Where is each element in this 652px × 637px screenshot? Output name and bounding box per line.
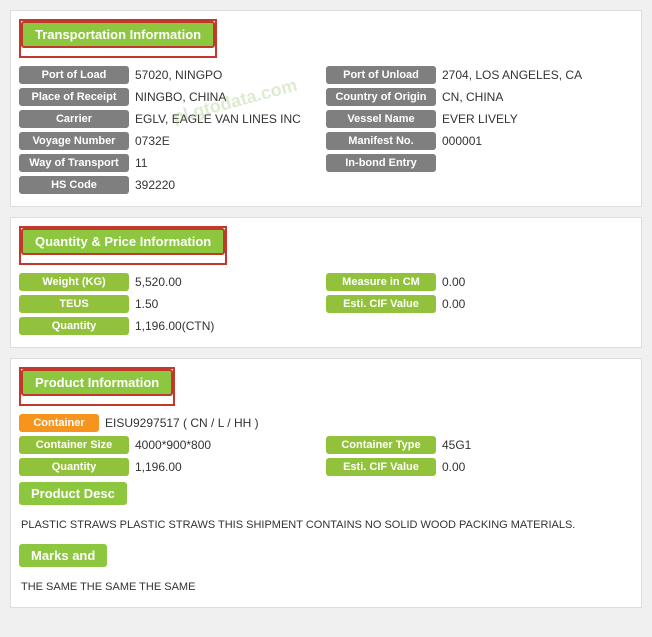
- carrier-value: EGLV, EAGLE VAN LINES INC: [135, 112, 326, 126]
- marks-header-row: Marks and: [19, 544, 633, 571]
- product-row-1: Container Size 4000*900*800 Container Ty…: [19, 436, 633, 454]
- weight-label: Weight (KG): [19, 273, 129, 291]
- quantity-value: 1,196.00(CTN): [135, 319, 326, 333]
- way-of-transport-value: 11: [135, 156, 326, 170]
- port-of-load-label: Port of Load: [19, 66, 129, 84]
- vessel-name-value: EVER LIVELY: [442, 112, 633, 126]
- esti-cif-value: 0.00: [442, 297, 633, 311]
- product-desc-text: PLASTIC STRAWS PLASTIC STRAWS THIS SHIPM…: [19, 513, 633, 538]
- quantity-row-3: Quantity 1,196.00(CTN): [19, 317, 633, 335]
- product-desc-header-row: Product Desc: [19, 482, 633, 509]
- product-quantity-value: 1,196.00: [135, 460, 326, 474]
- container-row: Container EISU9297517 ( CN / L / HH ): [19, 414, 633, 432]
- product-desc-label: Product Desc: [19, 482, 127, 505]
- manifest-no-value: 000001: [442, 134, 633, 148]
- container-size-pair: Container Size 4000*900*800: [19, 436, 326, 454]
- voyage-number-label: Voyage Number: [19, 132, 129, 150]
- quantity-row-1: Weight (KG) 5,520.00 Measure in CM 0.00: [19, 273, 633, 291]
- port-of-unload-pair: Port of Unload 2704, LOS ANGELES, CA: [326, 66, 633, 84]
- product-quantity-pair: Quantity 1,196.00: [19, 458, 326, 476]
- quantity-pair: Quantity 1,196.00(CTN): [19, 317, 326, 335]
- measure-label: Measure in CM: [326, 273, 436, 291]
- transport-row-6: HS Code 392220: [19, 176, 633, 194]
- in-bond-entry-label: In-bond Entry: [326, 154, 436, 172]
- container-type-pair: Container Type 45G1: [326, 436, 633, 454]
- product-cif-label: Esti. CIF Value: [326, 458, 436, 476]
- country-of-origin-value: CN, CHINA: [442, 90, 633, 104]
- port-of-load-value: 57020, NINGPO: [135, 68, 326, 82]
- transport-section: Transportation Information Port of Load …: [10, 10, 642, 207]
- quantity-section: Quantity & Price Information Weight (KG)…: [10, 217, 642, 348]
- vessel-name-pair: Vessel Name EVER LIVELY: [326, 110, 633, 128]
- transport-row-5: Way of Transport 11 In-bond Entry: [19, 154, 633, 172]
- container-size-value: 4000*900*800: [135, 438, 326, 452]
- marks-label: Marks and: [19, 544, 107, 567]
- container-label: Container: [19, 414, 99, 432]
- hs-code-pair: HS Code 392220: [19, 176, 326, 194]
- carrier-label: Carrier: [19, 110, 129, 128]
- way-of-transport-pair: Way of Transport 11: [19, 154, 326, 172]
- quantity-label: Quantity: [19, 317, 129, 335]
- carrier-pair: Carrier EGLV, EAGLE VAN LINES INC: [19, 110, 326, 128]
- transport-row-3: Carrier EGLV, EAGLE VAN LINES INC Vessel…: [19, 110, 633, 128]
- container-size-label: Container Size: [19, 436, 129, 454]
- container-type-value: 45G1: [442, 438, 633, 452]
- measure-value: 0.00: [442, 275, 633, 289]
- quantity-row-2: TEUS 1.50 Esti. CIF Value 0.00: [19, 295, 633, 313]
- teus-label: TEUS: [19, 295, 129, 313]
- way-of-transport-label: Way of Transport: [19, 154, 129, 172]
- manifest-no-label: Manifest No.: [326, 132, 436, 150]
- esti-cif-pair: Esti. CIF Value 0.00: [326, 295, 633, 313]
- weight-pair: Weight (KG) 5,520.00: [19, 273, 326, 291]
- place-of-receipt-value: NINGBO, CHINA: [135, 90, 326, 104]
- port-of-unload-value: 2704, LOS ANGELES, CA: [442, 68, 633, 82]
- transport-header: Transportation Information: [21, 21, 215, 48]
- measure-pair: Measure in CM 0.00: [326, 273, 633, 291]
- product-header: Product Information: [21, 369, 173, 396]
- manifest-no-pair: Manifest No. 000001: [326, 132, 633, 150]
- vessel-name-label: Vessel Name: [326, 110, 436, 128]
- container-value: EISU9297517 ( CN / L / HH ): [105, 416, 633, 430]
- quantity-header: Quantity & Price Information: [21, 228, 225, 255]
- teus-pair: TEUS 1.50: [19, 295, 326, 313]
- product-section: Product Information Container EISU929751…: [10, 358, 642, 608]
- voyage-number-pair: Voyage Number 0732E: [19, 132, 326, 150]
- transport-row-4: Voyage Number 0732E Manifest No. 000001: [19, 132, 633, 150]
- in-bond-entry-pair: In-bond Entry: [326, 154, 633, 172]
- transport-row-2: Place of Receipt NINGBO, CHINA Country o…: [19, 88, 633, 106]
- weight-value: 5,520.00: [135, 275, 326, 289]
- place-of-receipt-label: Place of Receipt: [19, 88, 129, 106]
- port-of-unload-label: Port of Unload: [326, 66, 436, 84]
- product-row-2: Quantity 1,196.00 Esti. CIF Value 0.00: [19, 458, 633, 476]
- voyage-number-value: 0732E: [135, 134, 326, 148]
- country-of-origin-label: Country of Origin: [326, 88, 436, 106]
- product-quantity-label: Quantity: [19, 458, 129, 476]
- esti-cif-label: Esti. CIF Value: [326, 295, 436, 313]
- container-type-label: Container Type: [326, 436, 436, 454]
- hs-code-value: 392220: [135, 178, 326, 192]
- marks-text: THE SAME THE SAME THE SAME: [19, 575, 633, 600]
- product-cif-value: 0.00: [442, 460, 633, 474]
- hs-code-label: HS Code: [19, 176, 129, 194]
- place-of-receipt-pair: Place of Receipt NINGBO, CHINA: [19, 88, 326, 106]
- teus-value: 1.50: [135, 297, 326, 311]
- transport-row-1: Port of Load 57020, NINGPO Port of Unloa…: [19, 66, 633, 84]
- product-cif-pair: Esti. CIF Value 0.00: [326, 458, 633, 476]
- port-of-load-pair: Port of Load 57020, NINGPO: [19, 66, 326, 84]
- country-of-origin-pair: Country of Origin CN, CHINA: [326, 88, 633, 106]
